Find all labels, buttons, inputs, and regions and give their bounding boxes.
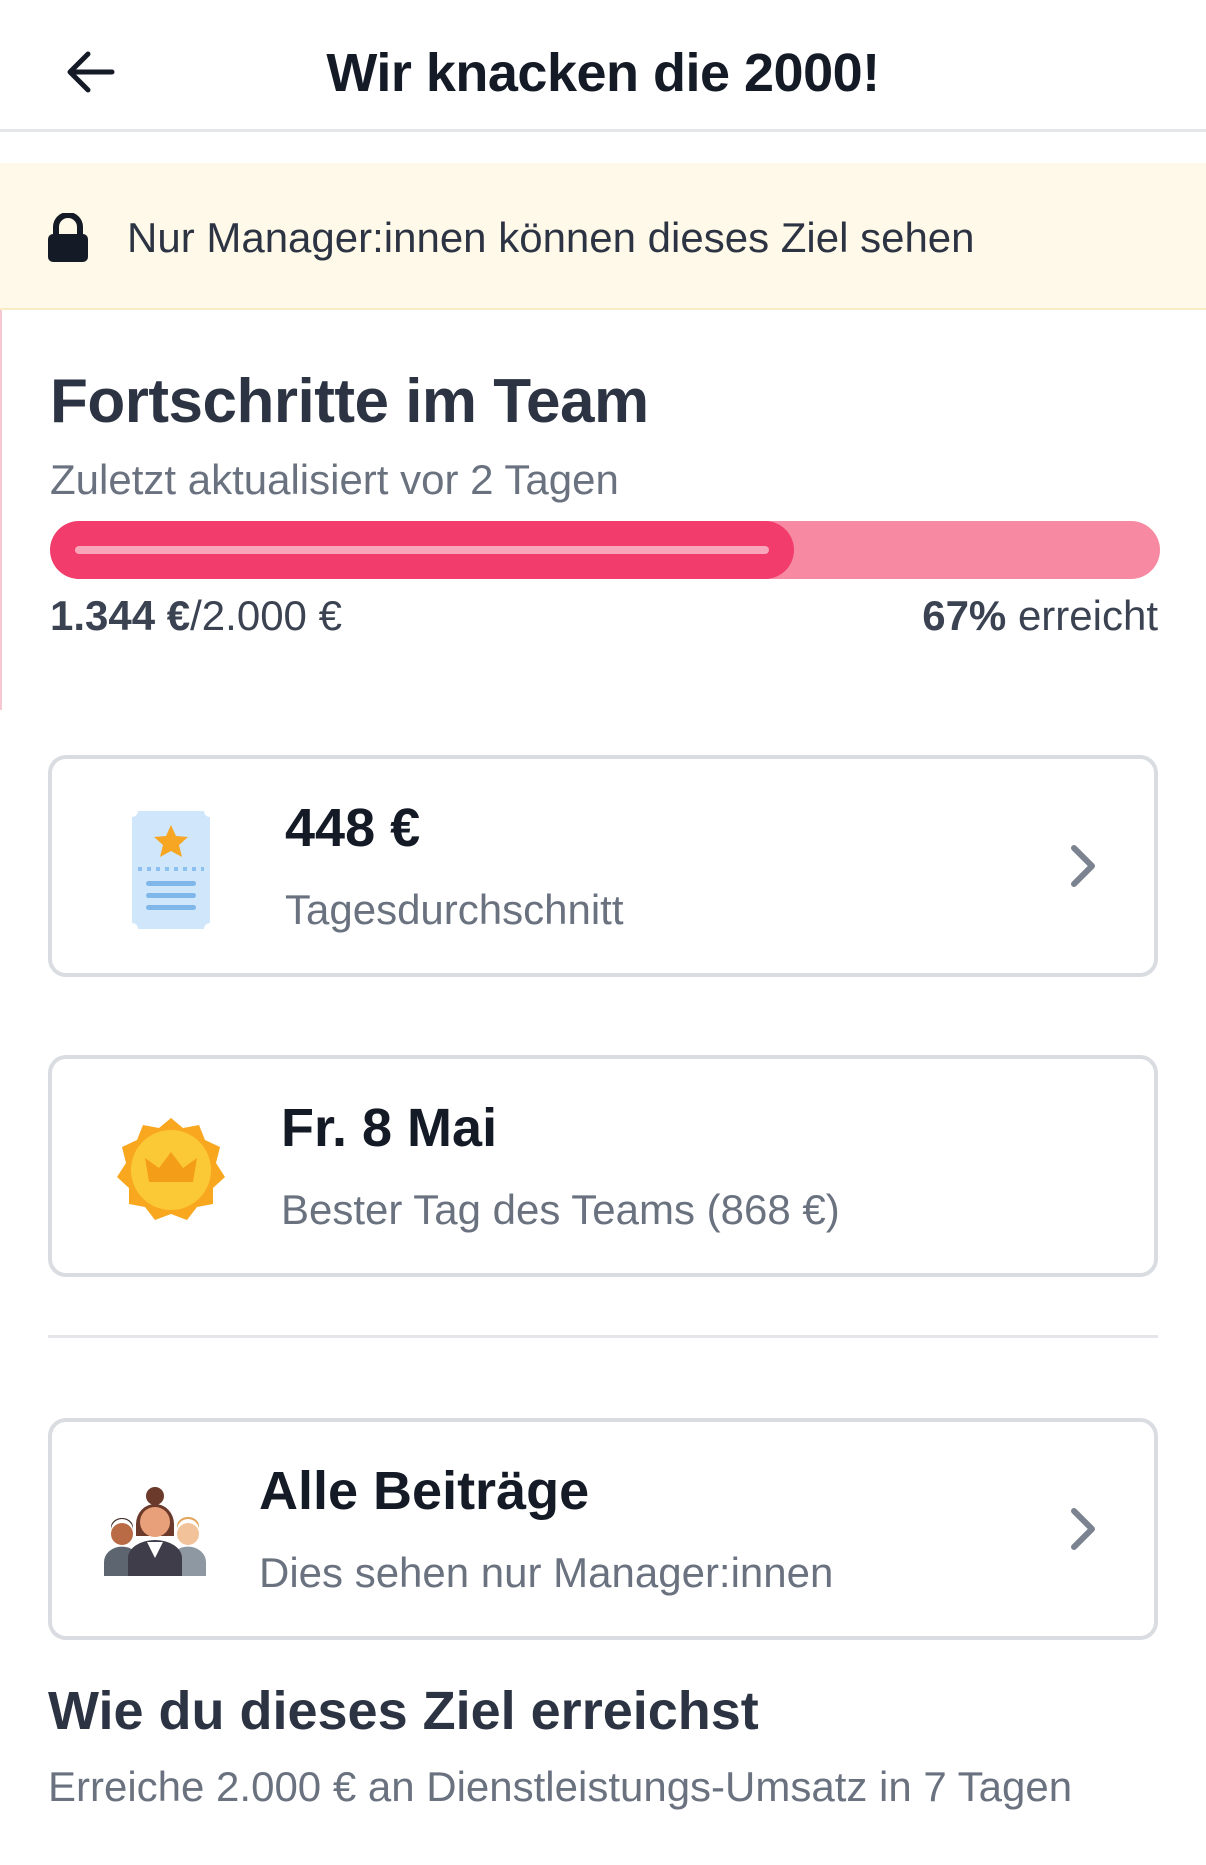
percent-suffix: erreicht [1006, 592, 1158, 639]
team-progress-section: Fortschritte im Team Zuletzt aktualisier… [0, 310, 1206, 710]
daily-average-value: 448 € [285, 798, 421, 858]
daily-average-card[interactable]: 448 € Tagesdurchschnitt [48, 755, 1158, 977]
progress-bar-fill [50, 521, 794, 579]
best-day-label: Bester Tag des Teams (868 €) [281, 1186, 840, 1233]
current-amount: 1.344 € [50, 592, 191, 639]
how-to-description: Erreiche 2.000 € an Dienstleistungs-Umsa… [48, 1763, 1073, 1810]
page-title: Wir knacken die 2000! [326, 43, 880, 103]
last-updated-text: Zuletzt aktualisiert vor 2 Tagen [50, 456, 619, 503]
top-bar: Wir knacken die 2000! [0, 0, 1206, 132]
team-people-icon [104, 1487, 206, 1576]
daily-average-label: Tagesdurchschnitt [285, 886, 624, 933]
how-to-title: Wie du dieses Ziel erreichst [48, 1681, 759, 1741]
percent-value: 67% [922, 592, 1007, 639]
best-day-value: Fr. 8 Mai [281, 1098, 498, 1158]
section-title: Fortschritte im Team [50, 367, 649, 436]
crown-badge-icon [117, 1118, 225, 1220]
notice-text: Nur Manager:innen können dieses Ziel seh… [127, 214, 975, 261]
chevron-right-icon [1071, 845, 1095, 887]
lock-icon [48, 213, 88, 262]
divider [48, 1335, 1158, 1338]
progress-percent: 67% erreicht [922, 592, 1158, 640]
ticket-star-icon [132, 811, 210, 929]
best-day-card: Fr. 8 Mai Bester Tag des Teams (868 €) [48, 1055, 1158, 1277]
chevron-right-icon [1071, 1508, 1095, 1550]
visibility-notice: Nur Manager:innen können dieses Ziel seh… [0, 163, 1206, 310]
progress-amount: 1.344 €/2.000 € [50, 592, 342, 640]
target-amount: /2.000 € [190, 592, 342, 639]
progress-bar-highlight [75, 546, 769, 554]
all-contributions-card[interactable]: Alle Beiträge Dies sehen nur Manager:inn… [48, 1418, 1158, 1640]
all-contributions-note: Dies sehen nur Manager:innen [259, 1549, 834, 1596]
all-contributions-title: Alle Beiträge [259, 1461, 590, 1521]
progress-bar [50, 521, 1160, 579]
